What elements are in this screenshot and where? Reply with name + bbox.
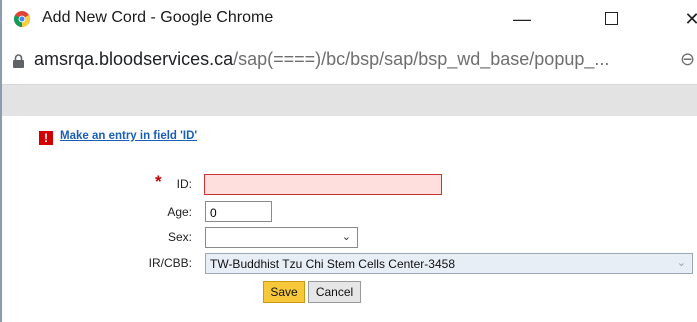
- error-icon: !: [39, 131, 53, 145]
- minimize-button[interactable]: —: [505, 7, 539, 31]
- age-label: Age:: [167, 205, 192, 219]
- id-input[interactable]: [204, 174, 442, 195]
- sex-select[interactable]: ⌄: [205, 227, 358, 248]
- id-label: ID:: [176, 177, 192, 191]
- age-input[interactable]: 0: [205, 201, 272, 222]
- close-button[interactable]: ✕: [675, 7, 697, 31]
- cancel-button[interactable]: Cancel: [308, 281, 361, 303]
- ir-cbb-label: IR/CBB:: [148, 256, 192, 270]
- address-bar[interactable]: amsrqa.bloodservices.ca/sap(====)/bc/bsp…: [2, 38, 697, 85]
- maximize-icon: [604, 12, 618, 25]
- url-host: amsrqa.bloodservices.ca: [34, 49, 234, 69]
- window-title: Add New Cord - Google Chrome: [42, 9, 274, 26]
- maximize-button[interactable]: [594, 7, 628, 31]
- toolbar-band: [2, 85, 697, 116]
- url-text[interactable]: amsrqa.bloodservices.ca/sap(====)/bc/bsp…: [34, 49, 609, 70]
- chevron-down-icon: ⌄: [676, 257, 686, 269]
- ir-cbb-value: TW-Buddhist Tzu Chi Stem Cells Center-34…: [210, 257, 455, 271]
- sex-label: Sex:: [167, 230, 192, 244]
- ir-cbb-select[interactable]: TW-Buddhist Tzu Chi Stem Cells Center-34…: [205, 253, 693, 274]
- page-info-icon[interactable]: ⊖: [680, 49, 695, 70]
- chrome-icon: [14, 11, 30, 27]
- url-path: /sap(====)/bc/bsp/sap/bsp_wd_base/popup_…: [233, 49, 610, 69]
- save-button[interactable]: Save: [263, 281, 305, 303]
- title-bar: Add New Cord - Google Chrome — ✕: [2, 0, 697, 38]
- lock-icon: [13, 54, 24, 68]
- chevron-down-icon: ⌄: [341, 231, 351, 243]
- error-message-link[interactable]: Make an entry in field 'ID': [60, 130, 197, 142]
